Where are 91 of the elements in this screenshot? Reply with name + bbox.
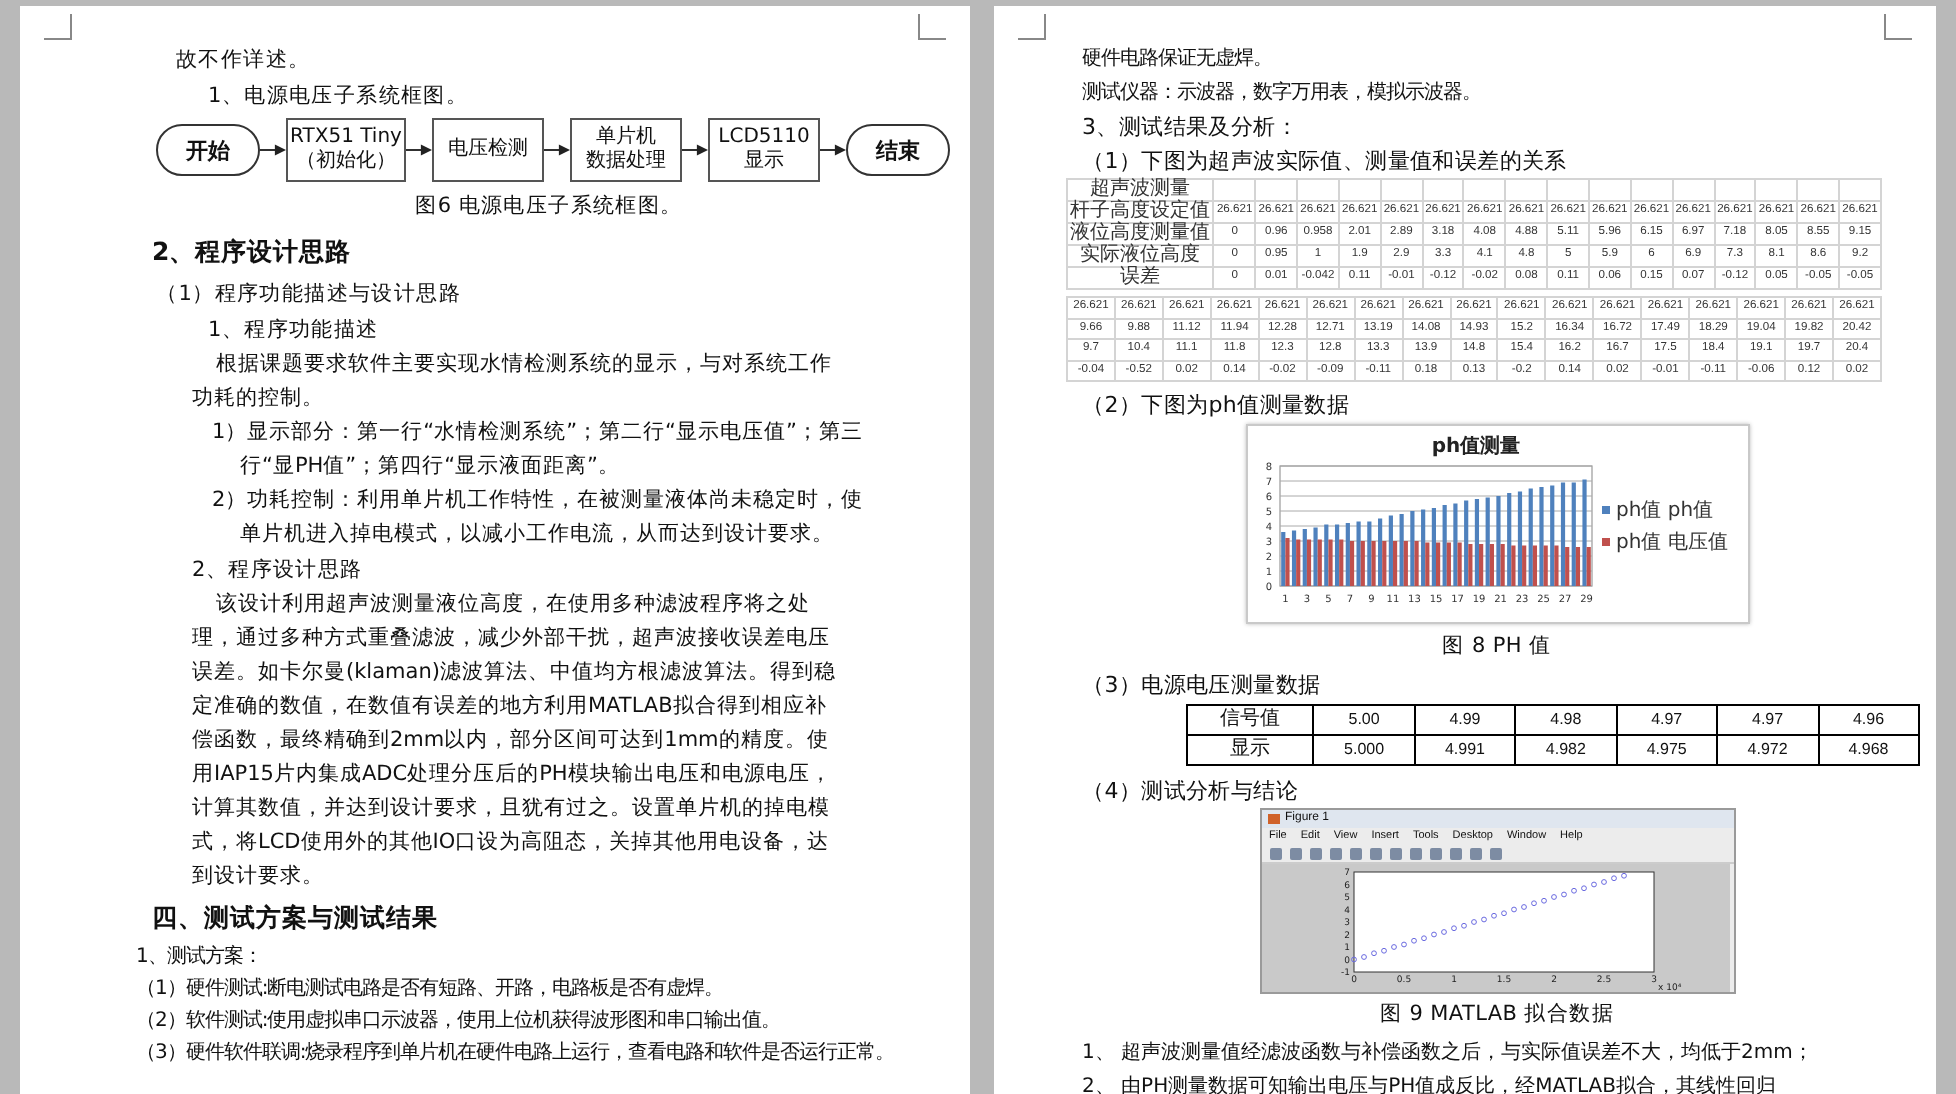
body-text: （3）电源电压测量数据	[1082, 670, 1323, 702]
data-point	[1500, 910, 1506, 917]
body-text: （3）硬件软件联调:烧录程序到单片机在硬件电路上运行，查看电路和软件是否运行正常。	[136, 1039, 897, 1068]
table-cell: 4.991	[1414, 735, 1516, 765]
data-point	[1460, 922, 1466, 929]
data-point	[1580, 885, 1586, 892]
table-cell: 4.96	[1818, 705, 1919, 735]
data-point	[1600, 879, 1606, 885]
process-step: 单片机 数据处理	[570, 118, 682, 182]
table-cell: 4.968	[1818, 735, 1919, 765]
data-point	[1620, 872, 1626, 879]
terminal-node: 结束	[846, 124, 951, 176]
data-point	[1360, 954, 1366, 960]
flow-arrow	[405, 144, 432, 156]
table-cell: 信号值	[1187, 705, 1314, 735]
table-cell: 4.97	[1717, 705, 1819, 735]
list-item: 1）显示部分：第一行“水情检测系统”；第二行“显示电压值”；第三行“显PH值”；第四行“显示液面距离”。	[212, 418, 865, 482]
table-cell: 误差	[1067, 267, 1214, 289]
data-point	[1450, 925, 1456, 932]
body-text: 硬件电路保证无虚焊。	[1082, 45, 1274, 74]
body-text: 1、程序功能描述	[208, 316, 381, 346]
table-cell: 4.975	[1616, 735, 1718, 765]
table-cell: 4.972	[1717, 735, 1819, 765]
crop-mark	[1018, 14, 1046, 40]
data-point	[1380, 947, 1386, 954]
body-text: （2）软件测试:使用虚拟串口示波器，使用上位机获得波形图和串口输出值。	[136, 1007, 783, 1036]
table-cell: 4.982	[1515, 735, 1617, 765]
body-text: 1、电源电压子系统框图。	[208, 82, 471, 112]
process-step: 电压检测	[431, 118, 544, 182]
figure-caption: 图 8 PH 值	[1442, 632, 1552, 662]
body-text: （2）下图为ph值测量数据	[1082, 390, 1352, 422]
data-point	[1390, 944, 1396, 950]
body-text: 3、测试结果及分析：	[1082, 112, 1300, 144]
flow-arrow	[820, 144, 847, 156]
table-cell: 4.98	[1515, 705, 1617, 735]
data-point	[1400, 941, 1406, 948]
legend-label: ph值 ph值	[1615, 500, 1713, 522]
data-point	[1570, 887, 1576, 894]
section-heading: 2、程序设计思路	[152, 234, 354, 270]
crop-mark	[1884, 14, 1912, 40]
crop-mark	[918, 14, 946, 40]
data-point	[1430, 931, 1436, 938]
table-cell: 5.00	[1313, 705, 1415, 735]
data-point	[1470, 919, 1476, 925]
flow-arrow	[682, 144, 709, 156]
data-point	[1550, 894, 1556, 900]
process-step: RTX51 Tiny （初始化）	[286, 118, 406, 182]
paragraph: 该设计利用超声波测量液位高度，在使用多种滤波程序将之处理，通过多种方式重叠滤波，减少外部干扰，超声波接收误差电压误差。如卡尔曼(klaman)滤波算法、中值均方根滤波算法。得到稳定准确的数值，在数值有误差的地方利用MATLAB拟合得到相应补偿函数，最终精确到2mm以内，部分区间可达到1mm的精度。使用IAP15片内集成ADC处理分压后的PH模块输出电压和电源电压，计算其数值，并达到设计要求，且犹有过之。设置单片机的掉电模式，将LCD使用外的其他IO口设为高阻态，关掉其他用电设备，达到设计要求。	[192, 590, 838, 892]
table-cell: 4.97	[1616, 705, 1718, 735]
data-point	[1510, 906, 1516, 913]
body-text: （1）程序功能描述与设计思路	[156, 280, 463, 310]
list-item: 2）功耗控制：利用单片机工作特性，在被测量液体尚未稳定时，使单片机进入掉电模式，以减小工作电流，从而达到设计要求。	[212, 486, 866, 550]
data-point	[1530, 900, 1536, 907]
crop-mark	[44, 14, 72, 40]
table-cell: 5.000	[1313, 735, 1415, 765]
chart-title: ph值测量	[1430, 436, 1520, 458]
data-point	[1520, 904, 1526, 910]
data-point	[1410, 937, 1416, 944]
table-cell: 液位高度测量值	[1067, 223, 1214, 245]
data-point	[1480, 916, 1486, 923]
data-point	[1440, 929, 1446, 935]
process-step: LCD5110 显示	[708, 118, 821, 182]
body-text: （1）硬件测试:断电测试电路是否有短路、开路，电路板是否有虚焊。	[136, 975, 726, 1004]
body-text: 测试仪器：示波器，数字万用表，模拟示波器。	[1082, 79, 1483, 108]
flow-arrow	[260, 144, 287, 156]
figure-caption: 图6 电源电压子系统框图。	[415, 192, 683, 222]
data-point	[1540, 897, 1546, 904]
body-text: 1、测试方案：	[136, 943, 264, 972]
data-point	[1590, 881, 1596, 888]
figure-caption: 图 9 MATLAB 拟合数据	[1379, 1000, 1614, 1030]
terminal-node: 开始	[156, 124, 260, 176]
body-text: 2、程序设计思路	[192, 556, 365, 586]
app-icon	[1267, 814, 1279, 824]
paragraph: 根据课题要求软件主要实现水情检测系统的显示，与对系统工作功耗的控制。	[192, 350, 834, 414]
body-text: （1）下图为超声波实际值、测量值和误差的关系	[1082, 146, 1569, 177]
legend-label: ph值 电压值	[1615, 532, 1727, 554]
table-cell: 杆子高度设定值	[1067, 201, 1214, 223]
table-cell: 实际液位高度	[1067, 245, 1214, 267]
body-text: 故不作详述。	[176, 46, 313, 76]
table-cell: 超声波测量	[1067, 179, 1214, 201]
data-point	[1610, 875, 1616, 882]
data-point	[1490, 912, 1496, 919]
body-text: 1、 超声波测量值经滤波函数与补偿函数之后，与实际值误差不大，均低于2mm；	[1082, 1039, 1815, 1068]
flow-arrow	[543, 144, 570, 156]
data-point	[1560, 891, 1566, 898]
table-cell: 显示	[1187, 735, 1314, 765]
section-heading: 四、测试方案与测试结果	[152, 900, 440, 936]
body-text: （4）测试分析与结论	[1082, 776, 1300, 808]
data-point	[1420, 935, 1426, 942]
table-cell: 4.99	[1414, 705, 1516, 735]
data-point	[1370, 950, 1376, 957]
